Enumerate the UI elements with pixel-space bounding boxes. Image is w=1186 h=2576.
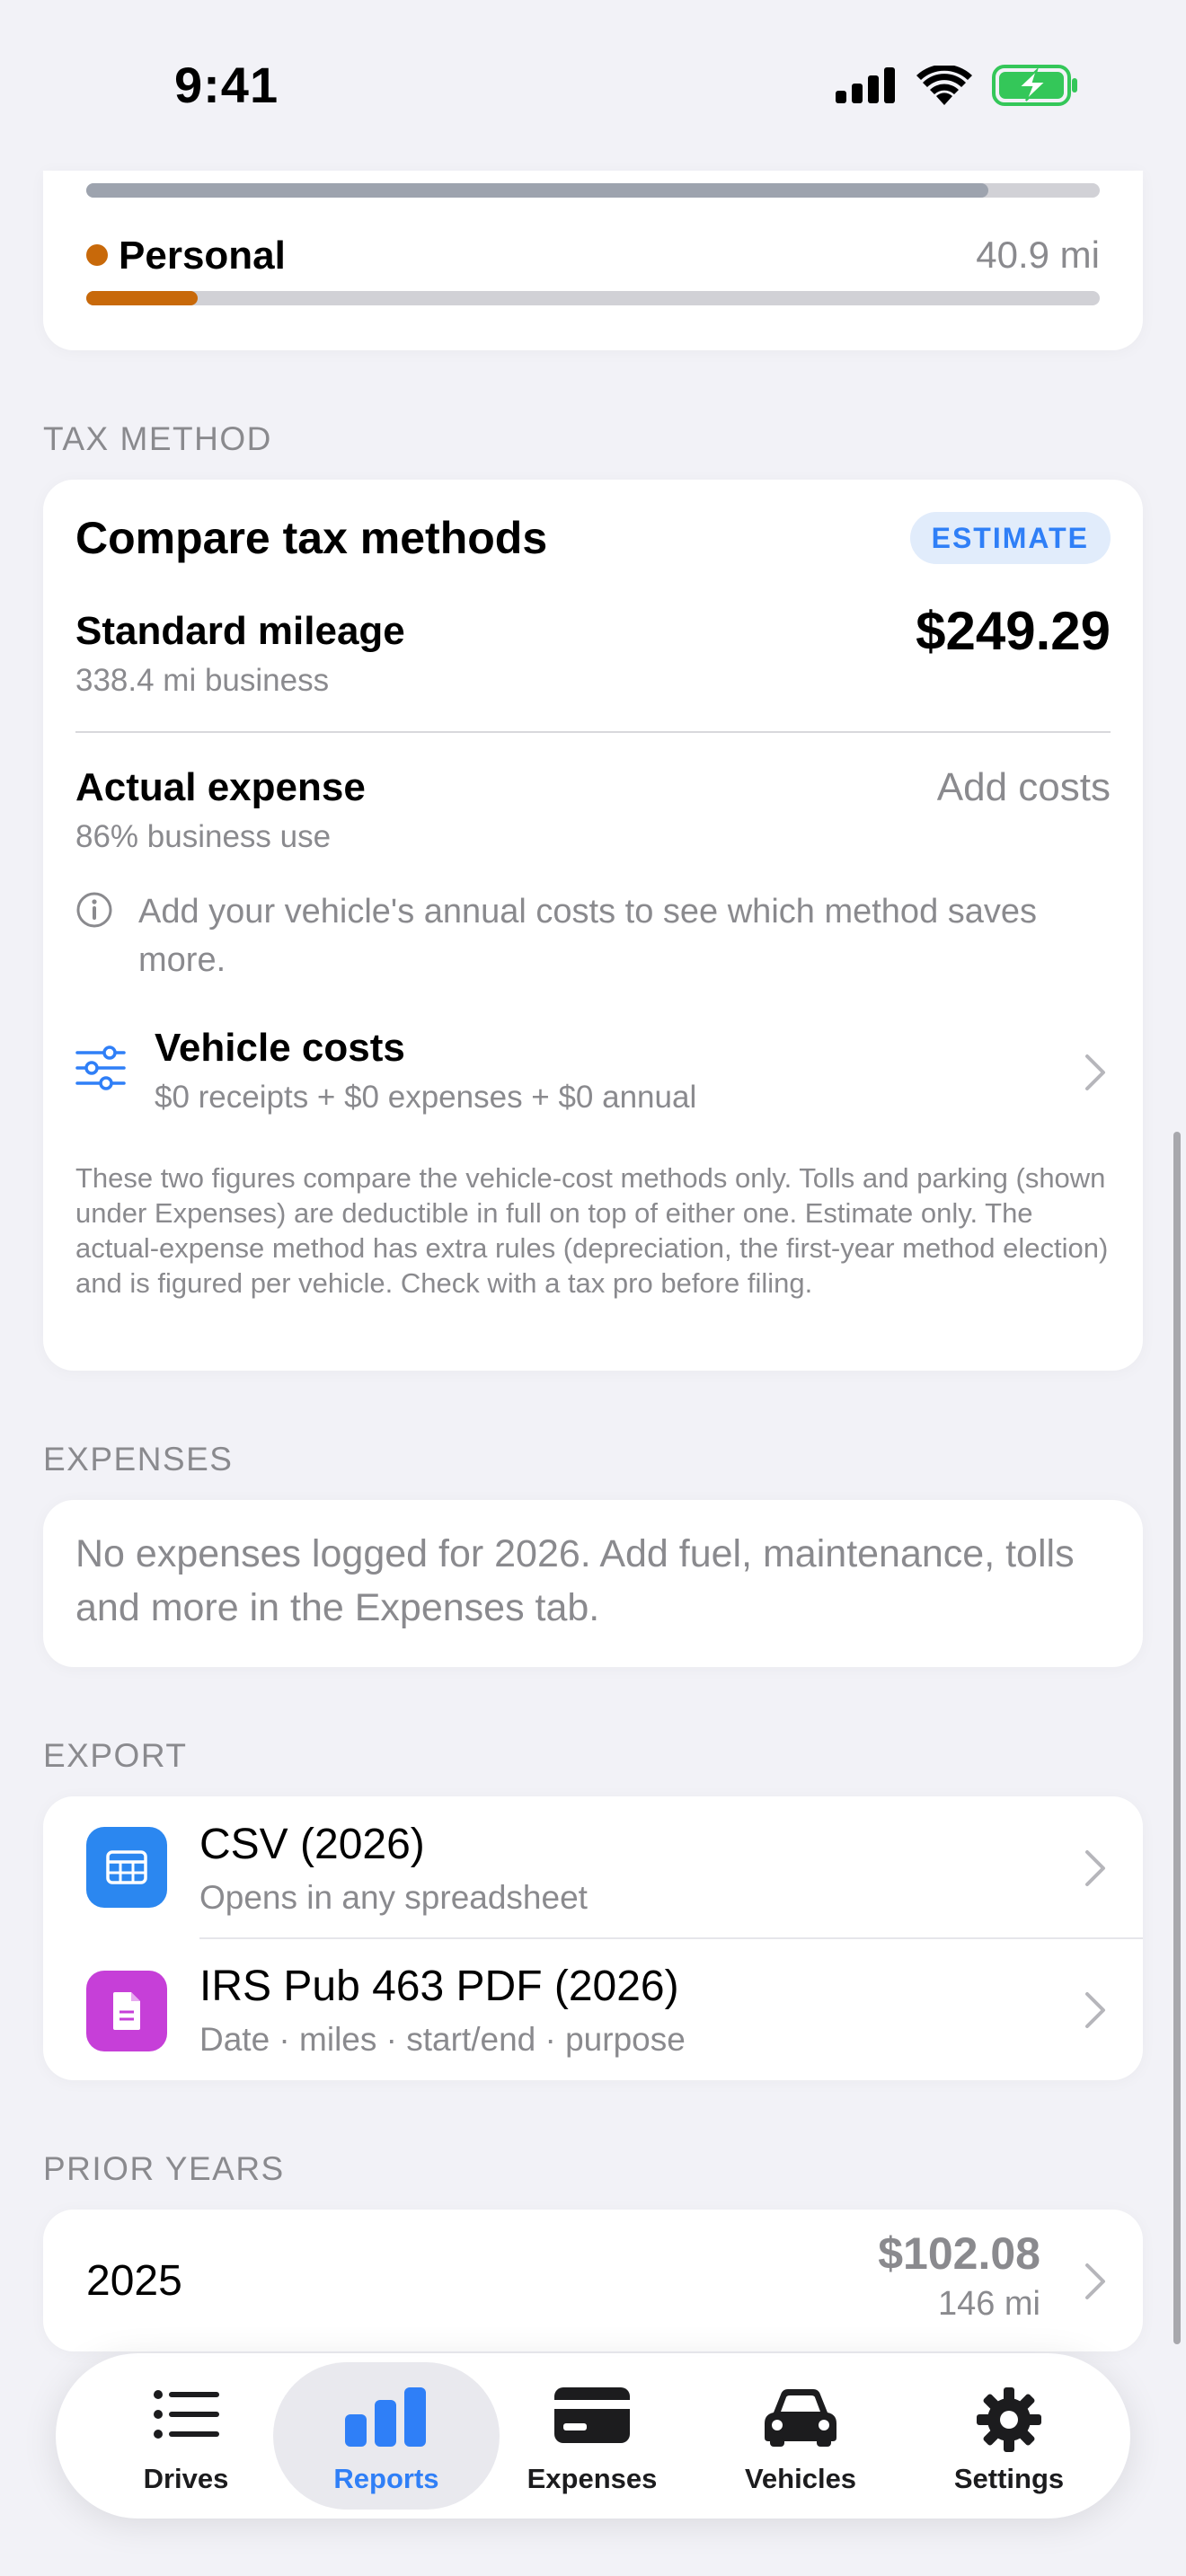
- personal-label: Personal: [119, 234, 286, 278]
- estimate-badge: ESTIMATE: [909, 512, 1111, 564]
- business-mileage-bar: [86, 183, 1100, 198]
- csv-icon-tile: [86, 1827, 167, 1908]
- expenses-empty-message: No expenses logged for 2026. Add fuel, m…: [75, 1532, 1075, 1629]
- scroll-indicator[interactable]: [1173, 1132, 1181, 2344]
- prior-years-section-header: PRIOR YEARS: [43, 2150, 285, 2187]
- tab-vehicles[interactable]: Vehicles: [697, 2362, 904, 2510]
- tab-expenses-label: Expenses: [527, 2463, 658, 2494]
- chevron-right-icon: [1085, 2263, 1105, 2299]
- vehicle-costs-title: Vehicle costs: [155, 1026, 405, 1070]
- list-icon: [154, 2390, 219, 2439]
- export-pdf-subtitle: Date · miles · start/end · purpose: [199, 2021, 686, 2058]
- expenses-section-header: EXPENSES: [43, 1441, 234, 1478]
- battery-charging-icon: [992, 65, 1077, 106]
- pdf-icon-tile: [86, 1971, 167, 2051]
- export-csv-row[interactable]: CSV (2026) Opens in any spreadsheet: [43, 1796, 1143, 1938]
- export-pdf-row[interactable]: IRS Pub 463 PDF (2026) Date · miles · st…: [43, 1938, 1143, 2080]
- compare-tax-methods-title: Compare tax methods: [75, 513, 548, 563]
- car-icon: [765, 2389, 836, 2447]
- prior-year-amount: $102.08: [878, 2228, 1040, 2279]
- credit-card-icon: [554, 2387, 630, 2443]
- mileage-breakdown-card: Personal 40.9 mi: [43, 171, 1143, 350]
- divider: [75, 731, 1111, 733]
- prior-year-label: 2025: [86, 2257, 182, 2305]
- info-message: Add your vehicle's annual costs to see w…: [138, 893, 1038, 979]
- cellular-signal-icon: [836, 67, 895, 103]
- export-pdf-title: IRS Pub 463 PDF (2026): [199, 1963, 679, 2010]
- expenses-card: No expenses logged for 2026. Add fuel, m…: [43, 1500, 1143, 1667]
- tax-method-card: Compare tax methods ESTIMATE Standard mi…: [43, 480, 1143, 1371]
- vehicle-costs-row[interactable]: Vehicle costs $0 receipts + $0 expenses …: [43, 1019, 1143, 1126]
- tab-settings[interactable]: Settings: [906, 2362, 1112, 2510]
- personal-mileage-bar: [86, 291, 1100, 305]
- standard-mileage-amount: $249.29: [916, 601, 1111, 661]
- tax-method-section-header: TAX METHOD: [43, 420, 272, 457]
- standard-mileage-title: Standard mileage: [75, 609, 405, 653]
- actual-expense-subtitle: 86% business use: [75, 819, 332, 854]
- status-bar: 9:41: [0, 0, 1186, 171]
- document-icon: [113, 1992, 140, 2030]
- export-csv-title: CSV (2026): [199, 1821, 425, 1868]
- tab-drives[interactable]: Drives: [83, 2362, 289, 2510]
- tax-disclaimer: These two figures compare the vehicle-co…: [75, 1162, 1109, 1299]
- tab-reports-label: Reports: [333, 2463, 439, 2494]
- actual-expense-title: Actual expense: [75, 765, 366, 809]
- chevron-right-icon: [1085, 1850, 1105, 1886]
- gear-icon: [977, 2387, 1041, 2452]
- sliders-icon: [75, 1045, 126, 1090]
- status-icons: [836, 65, 1078, 106]
- tab-drives-label: Drives: [143, 2463, 229, 2494]
- chevron-right-icon: [1085, 1054, 1105, 1090]
- tab-bar: Drives Reports Expenses Vehicles Setting…: [56, 2353, 1130, 2519]
- business-mileage-bar-fill: [86, 183, 988, 198]
- wifi-icon: [916, 66, 972, 105]
- export-section-header: EXPORT: [43, 1737, 188, 1774]
- export-csv-subtitle: Opens in any spreadsheet: [199, 1879, 588, 1916]
- personal-miles: 40.9 mi: [976, 234, 1100, 276]
- tab-expenses[interactable]: Expenses: [489, 2362, 695, 2510]
- tab-reports[interactable]: Reports: [273, 2362, 500, 2510]
- prior-years-card: 2025 $102.08 146 mi: [43, 2210, 1143, 2351]
- status-time: 9:41: [174, 57, 279, 113]
- personal-dot: [86, 244, 108, 266]
- export-card: CSV (2026) Opens in any spreadsheet IRS …: [43, 1796, 1143, 2080]
- vehicle-costs-subtitle: $0 receipts + $0 expenses + $0 annual: [155, 1080, 697, 1115]
- bar-chart-icon: [345, 2387, 426, 2447]
- personal-mileage-bar-fill: [86, 291, 199, 305]
- table-icon: [106, 1850, 147, 1884]
- prior-year-miles: 146 mi: [937, 2285, 1040, 2323]
- prior-year-row[interactable]: 2025 $102.08 146 mi: [43, 2210, 1143, 2351]
- add-costs-link[interactable]: Add costs: [937, 765, 1111, 810]
- standard-mileage-subtitle: 338.4 mi business: [75, 663, 330, 698]
- tab-vehicles-label: Vehicles: [744, 2463, 857, 2494]
- info-icon: [76, 892, 112, 928]
- chevron-right-icon: [1085, 1992, 1105, 2028]
- tab-settings-label: Settings: [953, 2463, 1065, 2494]
